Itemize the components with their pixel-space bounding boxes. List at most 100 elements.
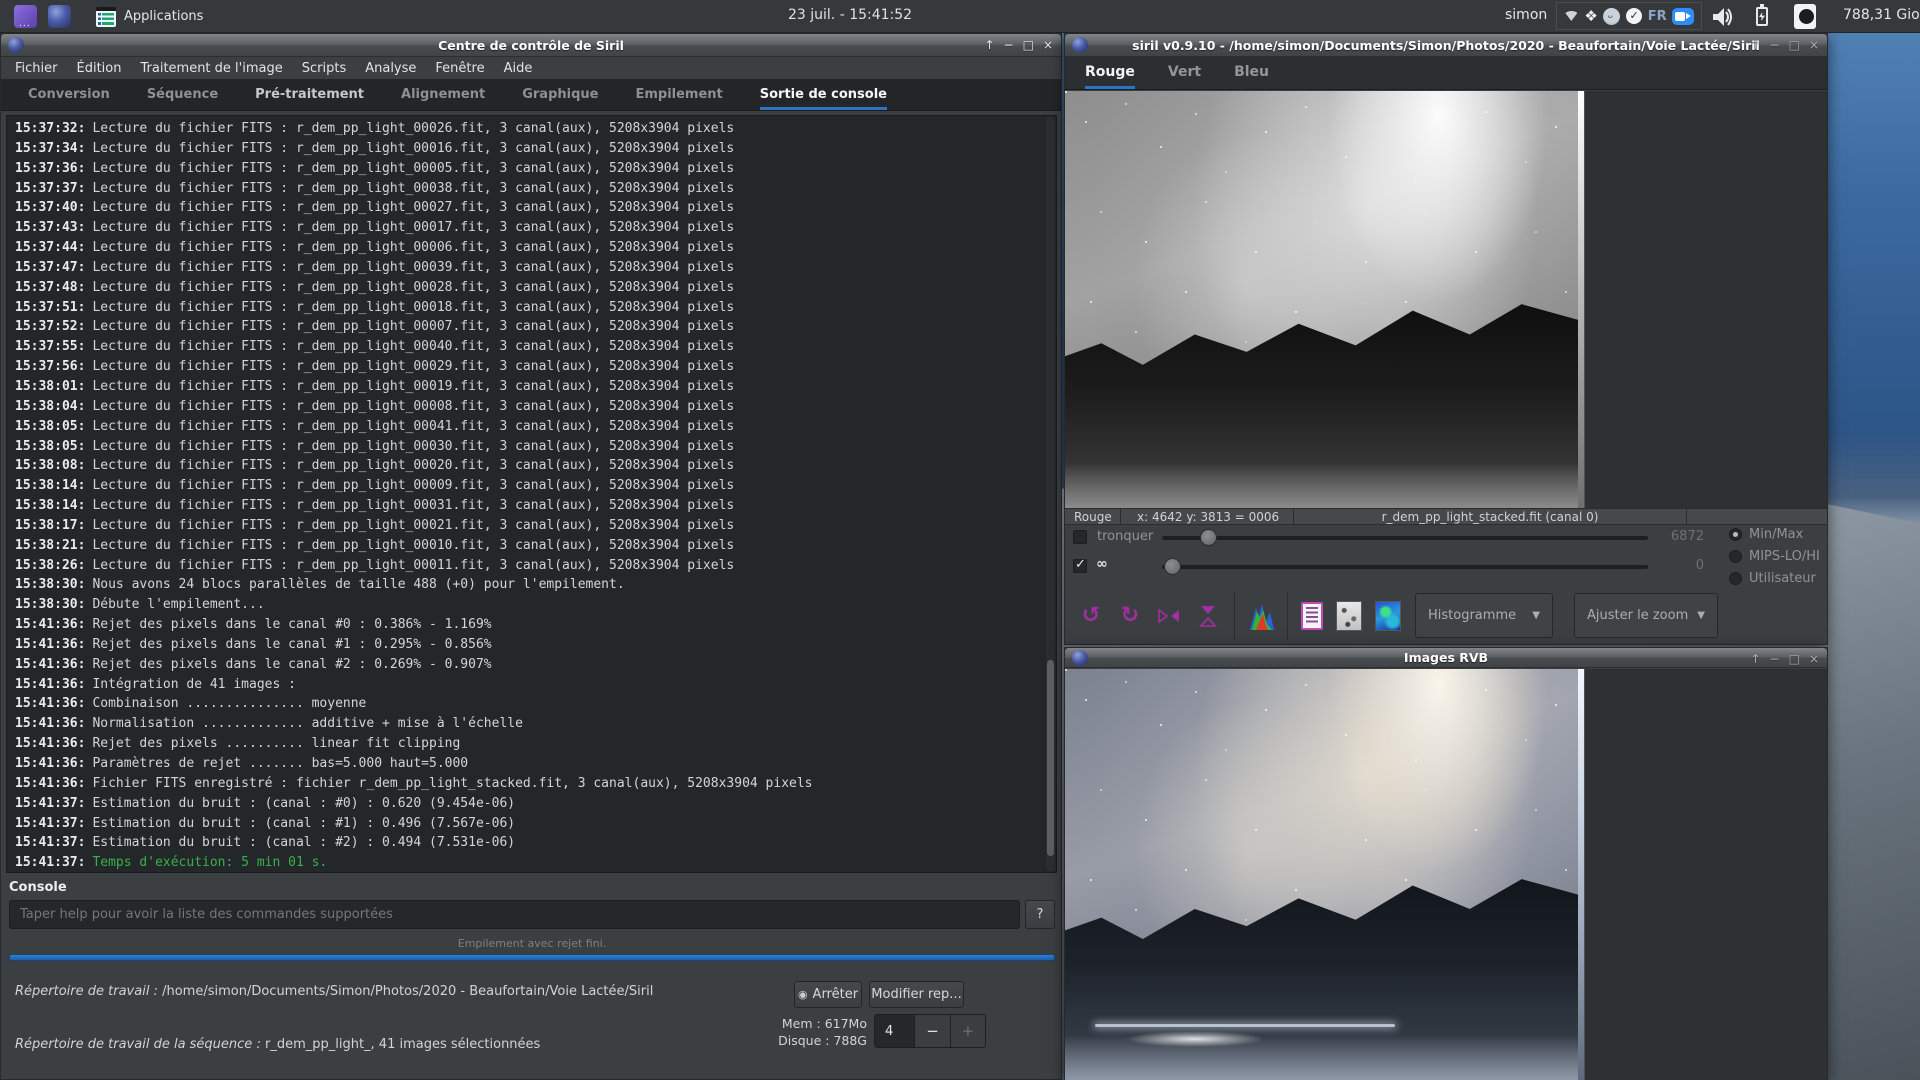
menu-item[interactable]: Scripts (302, 61, 346, 76)
threads-value[interactable]: 4 (875, 1015, 914, 1047)
log-message: Lecture du fichier FITS : r_dem_pp_light… (92, 359, 734, 374)
menu-item[interactable]: Fichier (15, 61, 58, 76)
volume-icon[interactable] (1712, 6, 1736, 28)
false-color-icon[interactable] (1375, 601, 1401, 631)
radio-option[interactable]: Min/Max (1729, 523, 1820, 545)
disk-free-label: 788,31 Gio (1843, 7, 1920, 23)
zoom-video-icon[interactable] (1672, 8, 1694, 25)
spin-decrement-button[interactable]: − (914, 1015, 949, 1047)
high-level-slider[interactable] (1162, 536, 1648, 540)
maximize-button[interactable]: □ (1789, 648, 1800, 671)
menu-item[interactable]: Aide (504, 61, 533, 76)
link-channels-checkbox[interactable] (1073, 559, 1087, 573)
tab[interactable]: Empilement (635, 79, 722, 110)
flip-vertical-icon[interactable] (1195, 603, 1221, 629)
tab[interactable]: Graphique (522, 79, 598, 110)
menu-item[interactable]: Fenêtre (435, 61, 484, 76)
maximize-button[interactable]: □ (1789, 34, 1800, 57)
working-directory-row: Répertoire de travail : /home/simon/Docu… (15, 984, 653, 999)
help-button[interactable]: ? (1025, 900, 1055, 929)
shade-button[interactable]: ↑ (1750, 648, 1760, 671)
zoom-select[interactable]: Ajuster le zoom ▼ (1574, 593, 1718, 638)
battery-icon[interactable] (1756, 7, 1768, 26)
close-button[interactable]: × (1809, 34, 1819, 57)
log-line: 15:41:36:Rejet des pixels dans le canal … (15, 635, 1056, 655)
display-mode-select[interactable]: Histogramme ▼ (1415, 593, 1553, 638)
log-timestamp: 15:38:30: (15, 577, 85, 592)
control-window-titlebar[interactable]: Centre de contrôle de Siril ↑ − □ × (1, 34, 1061, 57)
rgb-image-canvas[interactable] (1065, 669, 1827, 1080)
histogram-icon[interactable] (1248, 603, 1274, 629)
console-log[interactable]: 15:37:32:Lecture du fichier FITS : r_dem… (6, 115, 1057, 873)
log-message: Nous avons 24 blocs parallèles de taille… (92, 577, 624, 592)
rgb-window-titlebar[interactable]: Images RVB ↑ − □ × (1065, 648, 1827, 668)
control-window-title: Centre de contrôle de Siril (1, 38, 1061, 53)
menu-item[interactable]: Édition (77, 61, 122, 76)
tab[interactable]: Séquence (147, 79, 218, 110)
maximize-button[interactable]: □ (1023, 34, 1034, 57)
stop-button[interactable]: ◉ Arrêter (794, 981, 862, 1008)
image-canvas[interactable] (1065, 91, 1827, 508)
high-level-slider-handle[interactable] (1200, 529, 1217, 546)
log-message: Lecture du fichier FITS : r_dem_pp_light… (92, 220, 734, 235)
negative-view-icon[interactable] (1336, 601, 1362, 631)
siril-launcher-icon[interactable] (48, 5, 71, 28)
wifi-icon[interactable] (1564, 11, 1579, 21)
keyboard-layout-indicator[interactable]: FR (1648, 9, 1667, 24)
radio-icon[interactable] (1729, 550, 1742, 563)
spin-increment-button[interactable]: + (950, 1015, 985, 1047)
minimize-button[interactable]: − (1004, 34, 1014, 57)
image-window-titlebar[interactable]: siril v0.9.10 - /home/simon/Documents/Si… (1065, 34, 1827, 57)
tab[interactable]: Pré-traitement (255, 79, 364, 110)
close-button[interactable]: × (1809, 648, 1819, 671)
channel-tab[interactable]: Rouge (1085, 57, 1135, 89)
recorder-tray-icon[interactable] (1794, 4, 1816, 29)
rotate-left-icon[interactable]: ↺ (1078, 603, 1104, 629)
applications-menu-button[interactable]: Applications (86, 0, 213, 33)
menu-item[interactable]: Traitement de l'image (140, 61, 282, 76)
channel-tab[interactable]: Vert (1168, 57, 1201, 89)
fits-header-icon[interactable] (1301, 602, 1323, 630)
rgb-preview-image[interactable] (1065, 669, 1584, 1080)
log-message: Combinaison ............... moyenne (92, 696, 366, 711)
log-line: 15:37:55:Lecture du fichier FITS : r_dem… (15, 337, 1056, 357)
log-timestamp: 15:37:47: (15, 260, 85, 275)
radio-icon[interactable] (1729, 528, 1742, 541)
shade-button[interactable]: ↑ (1750, 34, 1760, 57)
image-window-title: siril v0.9.10 - /home/simon/Documents/Si… (1065, 38, 1827, 53)
log-message: Lecture du fichier FITS : r_dem_pp_light… (92, 498, 734, 513)
truncate-label: tronquer (1097, 529, 1153, 544)
tab[interactable]: Conversion (28, 79, 110, 110)
log-message: Lecture du fichier FITS : r_dem_pp_light… (92, 518, 734, 533)
menu-item[interactable]: Analyse (365, 61, 416, 76)
shade-button[interactable]: ↑ (984, 34, 994, 57)
tab[interactable]: Alignement (401, 79, 485, 110)
low-level-slider-handle[interactable] (1164, 558, 1181, 575)
radio-icon[interactable] (1729, 572, 1742, 585)
close-button[interactable]: × (1043, 34, 1053, 57)
log-timestamp: 15:41:37: (15, 835, 85, 850)
log-scrollbar[interactable] (1046, 117, 1055, 871)
channel-tab[interactable]: Bleu (1234, 57, 1269, 89)
change-directory-button[interactable]: Modifier rep... (869, 981, 964, 1008)
truncate-checkbox[interactable] (1073, 530, 1087, 544)
grayscale-preview-image[interactable] (1065, 91, 1584, 508)
dropbox-icon[interactable]: ❖ (1584, 7, 1597, 25)
log-scrollbar-thumb[interactable] (1047, 660, 1054, 856)
log-message: Lecture du fichier FITS : r_dem_pp_light… (92, 339, 734, 354)
log-message: Lecture du fichier FITS : r_dem_pp_light… (92, 478, 734, 493)
radio-option[interactable]: MIPS-LO/HI (1729, 545, 1820, 567)
tab[interactable]: Sortie de console (760, 79, 887, 110)
updates-ok-icon[interactable]: ✓ (1626, 8, 1642, 24)
panel-clock[interactable]: 23 juil. - 15:41:52 (788, 7, 912, 23)
minimize-button[interactable]: − (1770, 648, 1780, 671)
log-timestamp: 15:38:21: (15, 538, 85, 553)
flip-horizontal-icon[interactable] (1156, 603, 1182, 629)
rotate-right-icon[interactable]: ↻ (1117, 603, 1143, 629)
minimize-button[interactable]: − (1770, 34, 1780, 57)
launcher-app-icon[interactable] (14, 5, 37, 28)
tray-app-icon[interactable] (1603, 8, 1620, 25)
command-input[interactable] (9, 900, 1020, 929)
siril-icon (1072, 37, 1088, 53)
low-level-slider[interactable] (1162, 565, 1648, 569)
